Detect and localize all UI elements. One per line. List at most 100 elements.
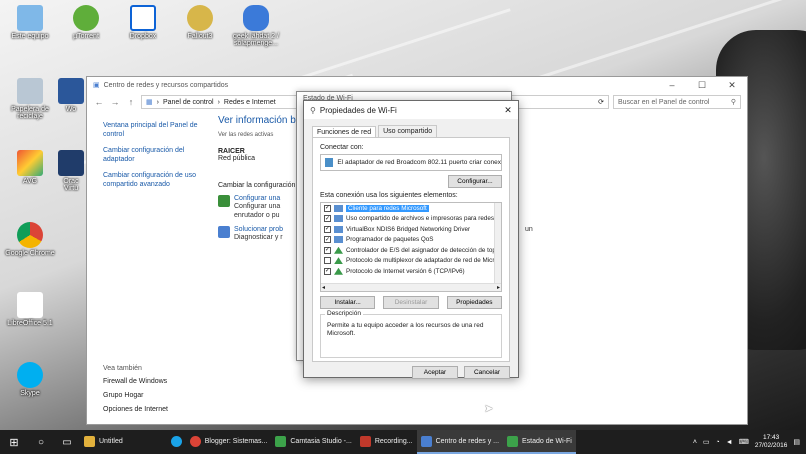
taskbar-camtasia[interactable]: Camtasia Studio -... <box>271 430 355 454</box>
list-item[interactable]: ✓ Programador de paquetes QoS <box>321 235 501 246</box>
skype-shortcut[interactable]: Skype <box>2 362 58 397</box>
list-item[interactable]: ✓ Protocolo de Internet versión 6 (TCP/I… <box>321 266 501 277</box>
checkbox[interactable] <box>324 257 331 265</box>
item-label: Programador de paquetes QoS <box>346 236 434 244</box>
protocol-icon <box>334 257 343 265</box>
ok-button[interactable]: Aceptar <box>412 366 458 379</box>
link-internet-options[interactable]: Opciones de Internet <box>103 405 213 414</box>
uninstall-button[interactable]: Desinstalar <box>383 296 439 309</box>
dropbox-shortcut[interactable]: Dropbox <box>115 5 171 40</box>
link-windows-firewall[interactable]: Firewall de Windows <box>103 377 213 386</box>
list-item[interactable]: ✓ Controlador de E/S del asignador de de… <box>321 245 501 256</box>
checkbox[interactable]: ✓ <box>324 246 331 254</box>
list-item[interactable]: ✓ VirtualBox NDIS6 Bridged Networking Dr… <box>321 224 501 235</box>
list-item[interactable]: ✓ Uso compartido de archivos e impresora… <box>321 214 501 225</box>
setup-connection-desc: Configurar una enrutador o pu <box>234 203 281 219</box>
troubleshoot-task[interactable]: Solucionar prob Diagnosticar y r <box>218 226 308 242</box>
desktop-icon-label: Orac Virtu <box>63 178 79 192</box>
this-pc-icon[interactable]: Este equipo <box>2 5 58 40</box>
nav-link-advanced-sharing[interactable]: Cambiar configuración de uso compartido … <box>103 171 213 189</box>
taskbar-skype[interactable] <box>167 430 186 454</box>
wifi-icon[interactable]: ◔ <box>716 439 720 446</box>
task-view-icon[interactable]: ▭ <box>54 437 80 448</box>
chrome-shortcut[interactable]: Google Chrome <box>2 222 58 257</box>
taskbar-recording[interactable]: Recording... <box>356 430 417 454</box>
search-circle-icon[interactable]: ○ <box>28 437 54 448</box>
troubleshoot-link[interactable]: Solucionar prob <box>234 226 283 233</box>
main-content: Ver información bá Ver las redes activas… <box>218 115 308 248</box>
battery-icon[interactable]: ▭ <box>703 438 710 446</box>
taskbar-untitled[interactable]: Untitled <box>80 430 127 454</box>
left-navigation: Ventana principal del Panel de control C… <box>103 121 213 196</box>
vertical-scrollbar[interactable] <box>494 203 501 283</box>
clock[interactable]: 17:43 27/02/2016 <box>755 434 788 450</box>
checkbox[interactable]: ✓ <box>324 267 331 275</box>
back-arrow-icon[interactable]: ← <box>93 97 105 107</box>
close-button[interactable]: ✕ <box>498 105 518 116</box>
checkbox[interactable]: ✓ <box>324 204 331 212</box>
folder-shortcut[interactable]: geek lähdat 2 / solapmenge... <box>228 5 284 47</box>
word-shortcut[interactable]: Wo <box>56 78 86 113</box>
recycle-bin-shortcut[interactable]: Papelera de reciclaje <box>2 78 58 120</box>
properties-button[interactable]: Propiedades <box>446 296 502 309</box>
nav-link-adapter-settings[interactable]: Cambiar configuración del adaptador <box>103 146 213 164</box>
taskbar-network-center[interactable]: Centro de redes y ... <box>416 430 504 454</box>
keyboard-icon[interactable]: ⌨ <box>739 438 749 446</box>
maximize-button[interactable]: ☐ <box>687 80 717 91</box>
checkbox[interactable]: ✓ <box>324 236 331 244</box>
taskbar-chrome[interactable]: Blogger: Sistemas... <box>186 430 272 454</box>
wifi-properties-dialog[interactable]: ⚲ Propiedades de Wi-Fi ✕ Funciones de re… <box>303 100 519 379</box>
item-label: VirtualBox NDIS6 Bridged Networking Driv… <box>346 225 471 233</box>
tab-sharing[interactable]: Uso compartido <box>378 125 438 137</box>
desktop-icon-label: LibreOffice 5.1 <box>7 320 53 327</box>
refresh-icon[interactable]: ⟳ <box>598 98 608 106</box>
fallout-shortcut[interactable]: Fallout3 <box>172 5 228 40</box>
up-arrow-icon[interactable]: ↑ <box>125 97 137 107</box>
minimize-button[interactable]: – <box>657 80 687 91</box>
horizontal-scrollbar[interactable]: ◂ ▸ <box>321 283 501 291</box>
list-item[interactable]: Protocolo de multiplexor de adaptador de… <box>321 256 501 267</box>
virtualbox-shortcut[interactable]: Orac Virtu <box>56 150 86 192</box>
desktop-icon-label: Wo <box>65 106 77 113</box>
breadcrumb-separator: › <box>217 98 220 106</box>
setup-connection-link[interactable]: Configurar una <box>234 195 280 202</box>
components-list[interactable]: ✓ Cliente para redes Microsoft ✓ Uso com… <box>320 202 502 292</box>
checkbox[interactable]: ✓ <box>324 225 331 233</box>
volume-icon[interactable]: ◄ <box>726 439 733 446</box>
desktop-icon-label: geek lähdat 2 / solapmenge... <box>233 33 279 47</box>
forward-arrow-icon[interactable]: → <box>109 97 121 107</box>
cancel-button[interactable]: Cancelar <box>464 366 510 379</box>
windows-start-icon[interactable]: ⊞ <box>0 436 28 449</box>
install-button[interactable]: Instalar... <box>320 296 376 309</box>
dialog-titlebar[interactable]: ⚲ Propiedades de Wi-Fi ✕ <box>304 101 518 119</box>
avg-shortcut[interactable]: AVG <box>2 150 58 185</box>
search-input[interactable]: Buscar en el Panel de control ⚲ <box>613 95 741 109</box>
service-icon <box>334 236 343 244</box>
configure-button[interactable]: Configurar... <box>448 175 502 188</box>
libreoffice-shortcut[interactable]: LibreOffice 5.1 <box>2 292 58 327</box>
utorrent-shortcut[interactable]: µTorrent <box>58 5 114 40</box>
network-type-link[interactable]: Red pública <box>218 155 308 162</box>
dialog-footer: Aceptar Cancelar <box>304 362 518 383</box>
connect-using-label: Conectar con: <box>320 144 364 151</box>
item-label: Cliente para redes Microsoft <box>346 204 429 212</box>
breadcrumb-control-panel[interactable]: Panel de control <box>163 99 214 106</box>
chevron-up-icon[interactable]: ˄ <box>693 439 697 446</box>
taskbar-wifi-status[interactable]: Estado de Wi-Fi <box>503 430 576 454</box>
list-item[interactable]: ✓ Cliente para redes Microsoft <box>321 203 501 214</box>
close-button[interactable]: ✕ <box>717 80 747 91</box>
breadcrumb-network-internet[interactable]: Redes e Internet <box>224 99 276 106</box>
scroll-right-icon[interactable]: ▸ <box>497 284 500 291</box>
link-homegroup[interactable]: Grupo Hogar <box>103 391 213 400</box>
notifications-icon[interactable]: ▤ <box>793 438 800 446</box>
desktop-icon-label: Google Chrome <box>5 250 55 257</box>
setup-connection-task[interactable]: Configurar una Configurar una enrutador … <box>218 195 308 220</box>
client-icon <box>334 204 343 212</box>
description-box: Descripción Permite a tu equipo acceder … <box>320 310 502 358</box>
see-also-section: Vea también Firewall de Windows Grupo Ho… <box>103 364 213 419</box>
control-panel-icon: ▦ <box>146 99 153 106</box>
folder-icon <box>84 435 95 447</box>
checkbox[interactable]: ✓ <box>324 215 331 223</box>
nav-link-control-panel-home[interactable]: Ventana principal del Panel de control <box>103 121 213 139</box>
scroll-left-icon[interactable]: ◂ <box>322 284 325 291</box>
